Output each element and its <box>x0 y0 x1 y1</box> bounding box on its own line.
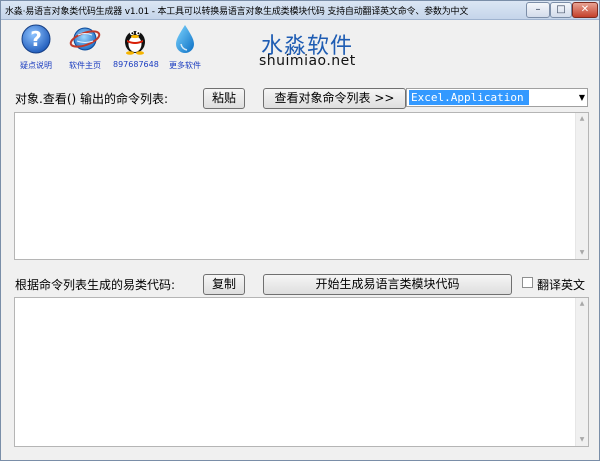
maximize-button[interactable]: □ <box>550 2 572 18</box>
svg-text:?: ? <box>30 27 42 51</box>
toolbar-item-more-software[interactable]: 更多软件 <box>163 23 207 71</box>
object-name-select[interactable]: Excel.Application ▼ <box>406 88 588 107</box>
title-bar[interactable]: 水淼·易语言对象类代码生成器 v1.01 - 本工具可以转换易语言对象生成类模块… <box>1 1 599 20</box>
view-command-list-button[interactable]: 查看对象命令列表 >> <box>263 88 406 109</box>
window-title: 水淼·易语言对象类代码生成器 v1.01 - 本工具可以转换易语言对象生成类模块… <box>5 7 469 17</box>
brand-website[interactable]: shuimiao.net <box>259 53 356 69</box>
help-icon: ? <box>21 24 51 54</box>
minimize-button[interactable]: – <box>526 2 550 18</box>
scroll-up-icon[interactable]: ▲ <box>576 113 588 125</box>
toolbar-label: 897687648 <box>113 60 159 69</box>
water-drop-icon <box>176 25 194 53</box>
command-list-textarea[interactable]: ▲ ▼ <box>14 112 589 260</box>
translate-label: 翻译英文 <box>537 278 586 292</box>
translate-checkbox[interactable] <box>522 277 533 288</box>
toolbar-label: 更多软件 <box>169 61 201 70</box>
toolbar-item-homepage[interactable]: 软件主页 <box>63 23 107 71</box>
command-list-label: 对象.查看() 输出的命令列表: <box>15 92 169 106</box>
generated-code-label: 根据命令列表生成的易类代码: <box>15 278 176 292</box>
generated-code-textarea[interactable]: ▲ ▼ <box>14 297 589 447</box>
paste-button[interactable]: 粘贴 <box>203 88 245 109</box>
toolbar-item-qq[interactable]: 897687648 <box>113 23 159 69</box>
vertical-scrollbar[interactable]: ▲ ▼ <box>575 113 588 259</box>
close-button[interactable]: ✕ <box>572 2 598 18</box>
globe-icon <box>69 27 101 51</box>
vertical-scrollbar[interactable]: ▲ ▼ <box>575 298 588 446</box>
object-name-value: Excel.Application <box>409 90 529 105</box>
scroll-down-icon[interactable]: ▼ <box>576 247 588 259</box>
app-window: 水淼·易语言对象类代码生成器 v1.01 - 本工具可以转换易语言对象生成类模块… <box>0 0 600 461</box>
chevron-down-icon[interactable]: ▼ <box>579 93 585 102</box>
copy-button[interactable]: 复制 <box>203 274 245 295</box>
toolbar-label: 软件主页 <box>69 61 101 70</box>
scroll-up-icon[interactable]: ▲ <box>576 298 588 310</box>
generate-code-button[interactable]: 开始生成易语言类模块代码 <box>263 274 512 295</box>
toolbar-label: 疑点说明 <box>20 61 52 70</box>
toolbar-item-help[interactable]: ? 疑点说明 <box>14 23 58 71</box>
scroll-down-icon[interactable]: ▼ <box>576 434 588 446</box>
qq-penguin-icon <box>125 30 145 55</box>
